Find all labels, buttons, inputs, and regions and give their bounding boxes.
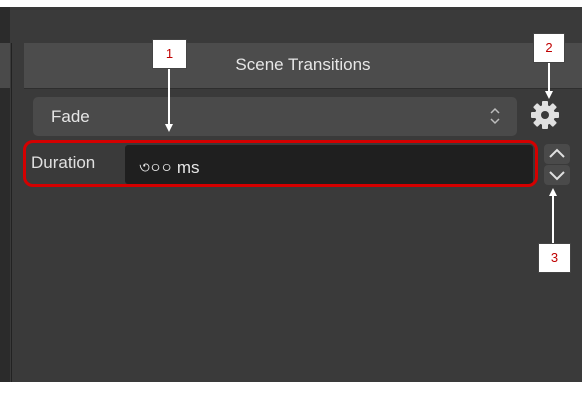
chevron-up-icon (549, 148, 565, 158)
callout-2: 2 (533, 33, 565, 63)
panel-title: Scene Transitions (235, 55, 371, 74)
transition-select-value: Fade (51, 107, 90, 126)
chevron-updown-icon (490, 107, 500, 125)
transition-type-select[interactable]: Fade (33, 97, 517, 136)
panel-divider (11, 43, 12, 382)
callout-1: 1 (152, 39, 187, 69)
callout-3: 3 (538, 243, 571, 273)
left-panel-header (0, 43, 10, 88)
panel-header: Scene Transitions (24, 43, 582, 89)
duration-highlight-outline (23, 140, 538, 187)
scene-transitions-dock: Scene Transitions (0, 7, 582, 382)
duration-decrease-button[interactable] (544, 165, 570, 185)
duration-increase-button[interactable] (544, 144, 570, 164)
chevron-down-icon (549, 171, 565, 181)
gear-icon[interactable] (530, 100, 560, 130)
left-panel-edge (0, 7, 10, 382)
